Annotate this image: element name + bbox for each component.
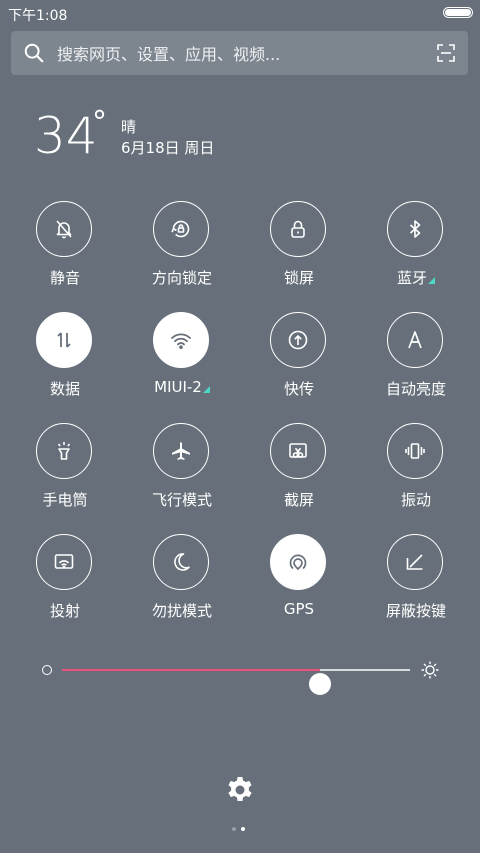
tile-mobile-data-circle[interactable] xyxy=(36,312,92,368)
tile-do-not-disturb-circle[interactable] xyxy=(153,534,209,590)
tile-vibrate[interactable]: 振动 xyxy=(366,423,466,523)
tile-flashlight-circle[interactable] xyxy=(36,423,92,479)
search-bar[interactable] xyxy=(11,31,468,75)
search-icon xyxy=(24,43,44,63)
tile-mute[interactable]: 静音 xyxy=(15,201,115,301)
tile-flashlight[interactable]: 手电筒 xyxy=(15,423,115,523)
brightness-slider[interactable] xyxy=(40,655,440,695)
bluetooth-icon xyxy=(409,220,421,238)
search-input[interactable] xyxy=(55,40,419,68)
data-arrows-icon xyxy=(57,332,71,348)
brightness-track[interactable] xyxy=(62,669,410,695)
tile-label: 数据 xyxy=(49,380,80,398)
tile-label: 勿扰模式 xyxy=(151,602,212,620)
tile-label: 静音 xyxy=(49,269,80,287)
tile-cast[interactable]: 投射 xyxy=(15,534,115,634)
tile-bluetooth-circle[interactable] xyxy=(387,201,443,257)
airplane-icon xyxy=(172,442,190,460)
tile-do-not-disturb[interactable]: 勿扰模式 xyxy=(132,534,232,634)
weather-date: 6月18日 周日 xyxy=(121,139,215,157)
tile-label: 方向锁定 xyxy=(151,269,212,287)
weather-condition: 晴 xyxy=(121,118,137,136)
tile-wifi[interactable]: MIUI-2 xyxy=(132,312,232,412)
weather-degree: ° xyxy=(92,105,107,140)
page-dot xyxy=(241,827,245,831)
page-indicator xyxy=(232,827,248,833)
tile-gps[interactable]: GPS xyxy=(249,534,349,634)
tile-label: 截屏 xyxy=(283,491,314,509)
screenshot-icon xyxy=(289,443,307,458)
tile-airplane-mode-circle[interactable] xyxy=(153,423,209,479)
tile-auto-brightness-circle[interactable] xyxy=(387,312,443,368)
signal-triangle-icon xyxy=(428,277,435,284)
keys-off-icon xyxy=(406,554,423,570)
tile-label: 快传 xyxy=(283,380,314,398)
tile-label: 屏蔽按键 xyxy=(385,602,446,620)
tile-label: 飞行模式 xyxy=(151,491,212,509)
tile-lock-screen[interactable]: 锁屏 xyxy=(249,201,349,301)
tile-label: 蓝牙 xyxy=(366,267,466,288)
vibrate-icon xyxy=(405,443,425,459)
status-bar: 下午1:08 xyxy=(0,0,480,26)
tile-screenshot[interactable]: 截屏 xyxy=(249,423,349,523)
tile-label: 锁屏 xyxy=(283,269,314,287)
tile-mobile-data[interactable]: 数据 xyxy=(15,312,115,412)
tile-block-keys-circle[interactable] xyxy=(387,534,443,590)
scan-icon[interactable] xyxy=(437,44,455,62)
tile-label: 投射 xyxy=(49,602,80,620)
status-time: 下午1:08 xyxy=(8,8,68,24)
tile-airplane-mode[interactable]: 飞行模式 xyxy=(132,423,232,523)
tile-label: 振动 xyxy=(400,491,431,509)
tile-rotation-lock[interactable]: 方向锁定 xyxy=(132,201,232,301)
moon-icon xyxy=(174,553,190,571)
tile-screenshot-circle[interactable] xyxy=(270,423,326,479)
tile-label: 手电筒 xyxy=(42,491,88,509)
flashlight-icon xyxy=(57,442,71,460)
tile-block-keys[interactable]: 屏蔽按键 xyxy=(366,534,466,634)
wifi-icon xyxy=(171,333,191,350)
weather-temperature: 34 xyxy=(34,107,98,165)
tile-label: MIUI-2 xyxy=(132,378,232,396)
transfer-icon xyxy=(288,330,308,350)
tile-quick-transfer[interactable]: 快传 xyxy=(249,312,349,412)
lock-icon xyxy=(291,220,305,238)
bell-off-icon xyxy=(56,220,72,239)
battery-icon xyxy=(443,7,473,18)
tile-rotation-lock-circle[interactable] xyxy=(153,201,209,257)
signal-triangle-icon xyxy=(202,386,210,393)
tile-mute-circle[interactable] xyxy=(36,201,92,257)
auto-brightness-icon xyxy=(408,331,422,349)
cast-icon xyxy=(54,554,74,569)
settings-gear-icon[interactable] xyxy=(224,774,256,806)
brightness-fill xyxy=(62,669,320,671)
brightness-low-icon xyxy=(42,665,52,675)
brightness-high-icon xyxy=(421,661,439,679)
tile-cast-circle[interactable] xyxy=(36,534,92,590)
page-dot xyxy=(232,827,236,831)
rotation-lock-icon xyxy=(171,220,190,238)
tile-label: GPS xyxy=(283,600,315,618)
tile-gps-circle[interactable] xyxy=(270,534,326,590)
tile-vibrate-circle[interactable] xyxy=(387,423,443,479)
tile-bluetooth[interactable]: 蓝牙 xyxy=(366,201,466,301)
tile-lock-screen-circle[interactable] xyxy=(270,201,326,257)
tile-auto-brightness[interactable]: 自动亮度 xyxy=(366,312,466,412)
brightness-thumb[interactable] xyxy=(308,673,331,695)
tile-label: 自动亮度 xyxy=(385,380,446,398)
tile-wifi-circle[interactable] xyxy=(153,312,209,368)
tile-quick-transfer-circle[interactable] xyxy=(270,312,326,368)
gps-icon xyxy=(289,554,307,571)
